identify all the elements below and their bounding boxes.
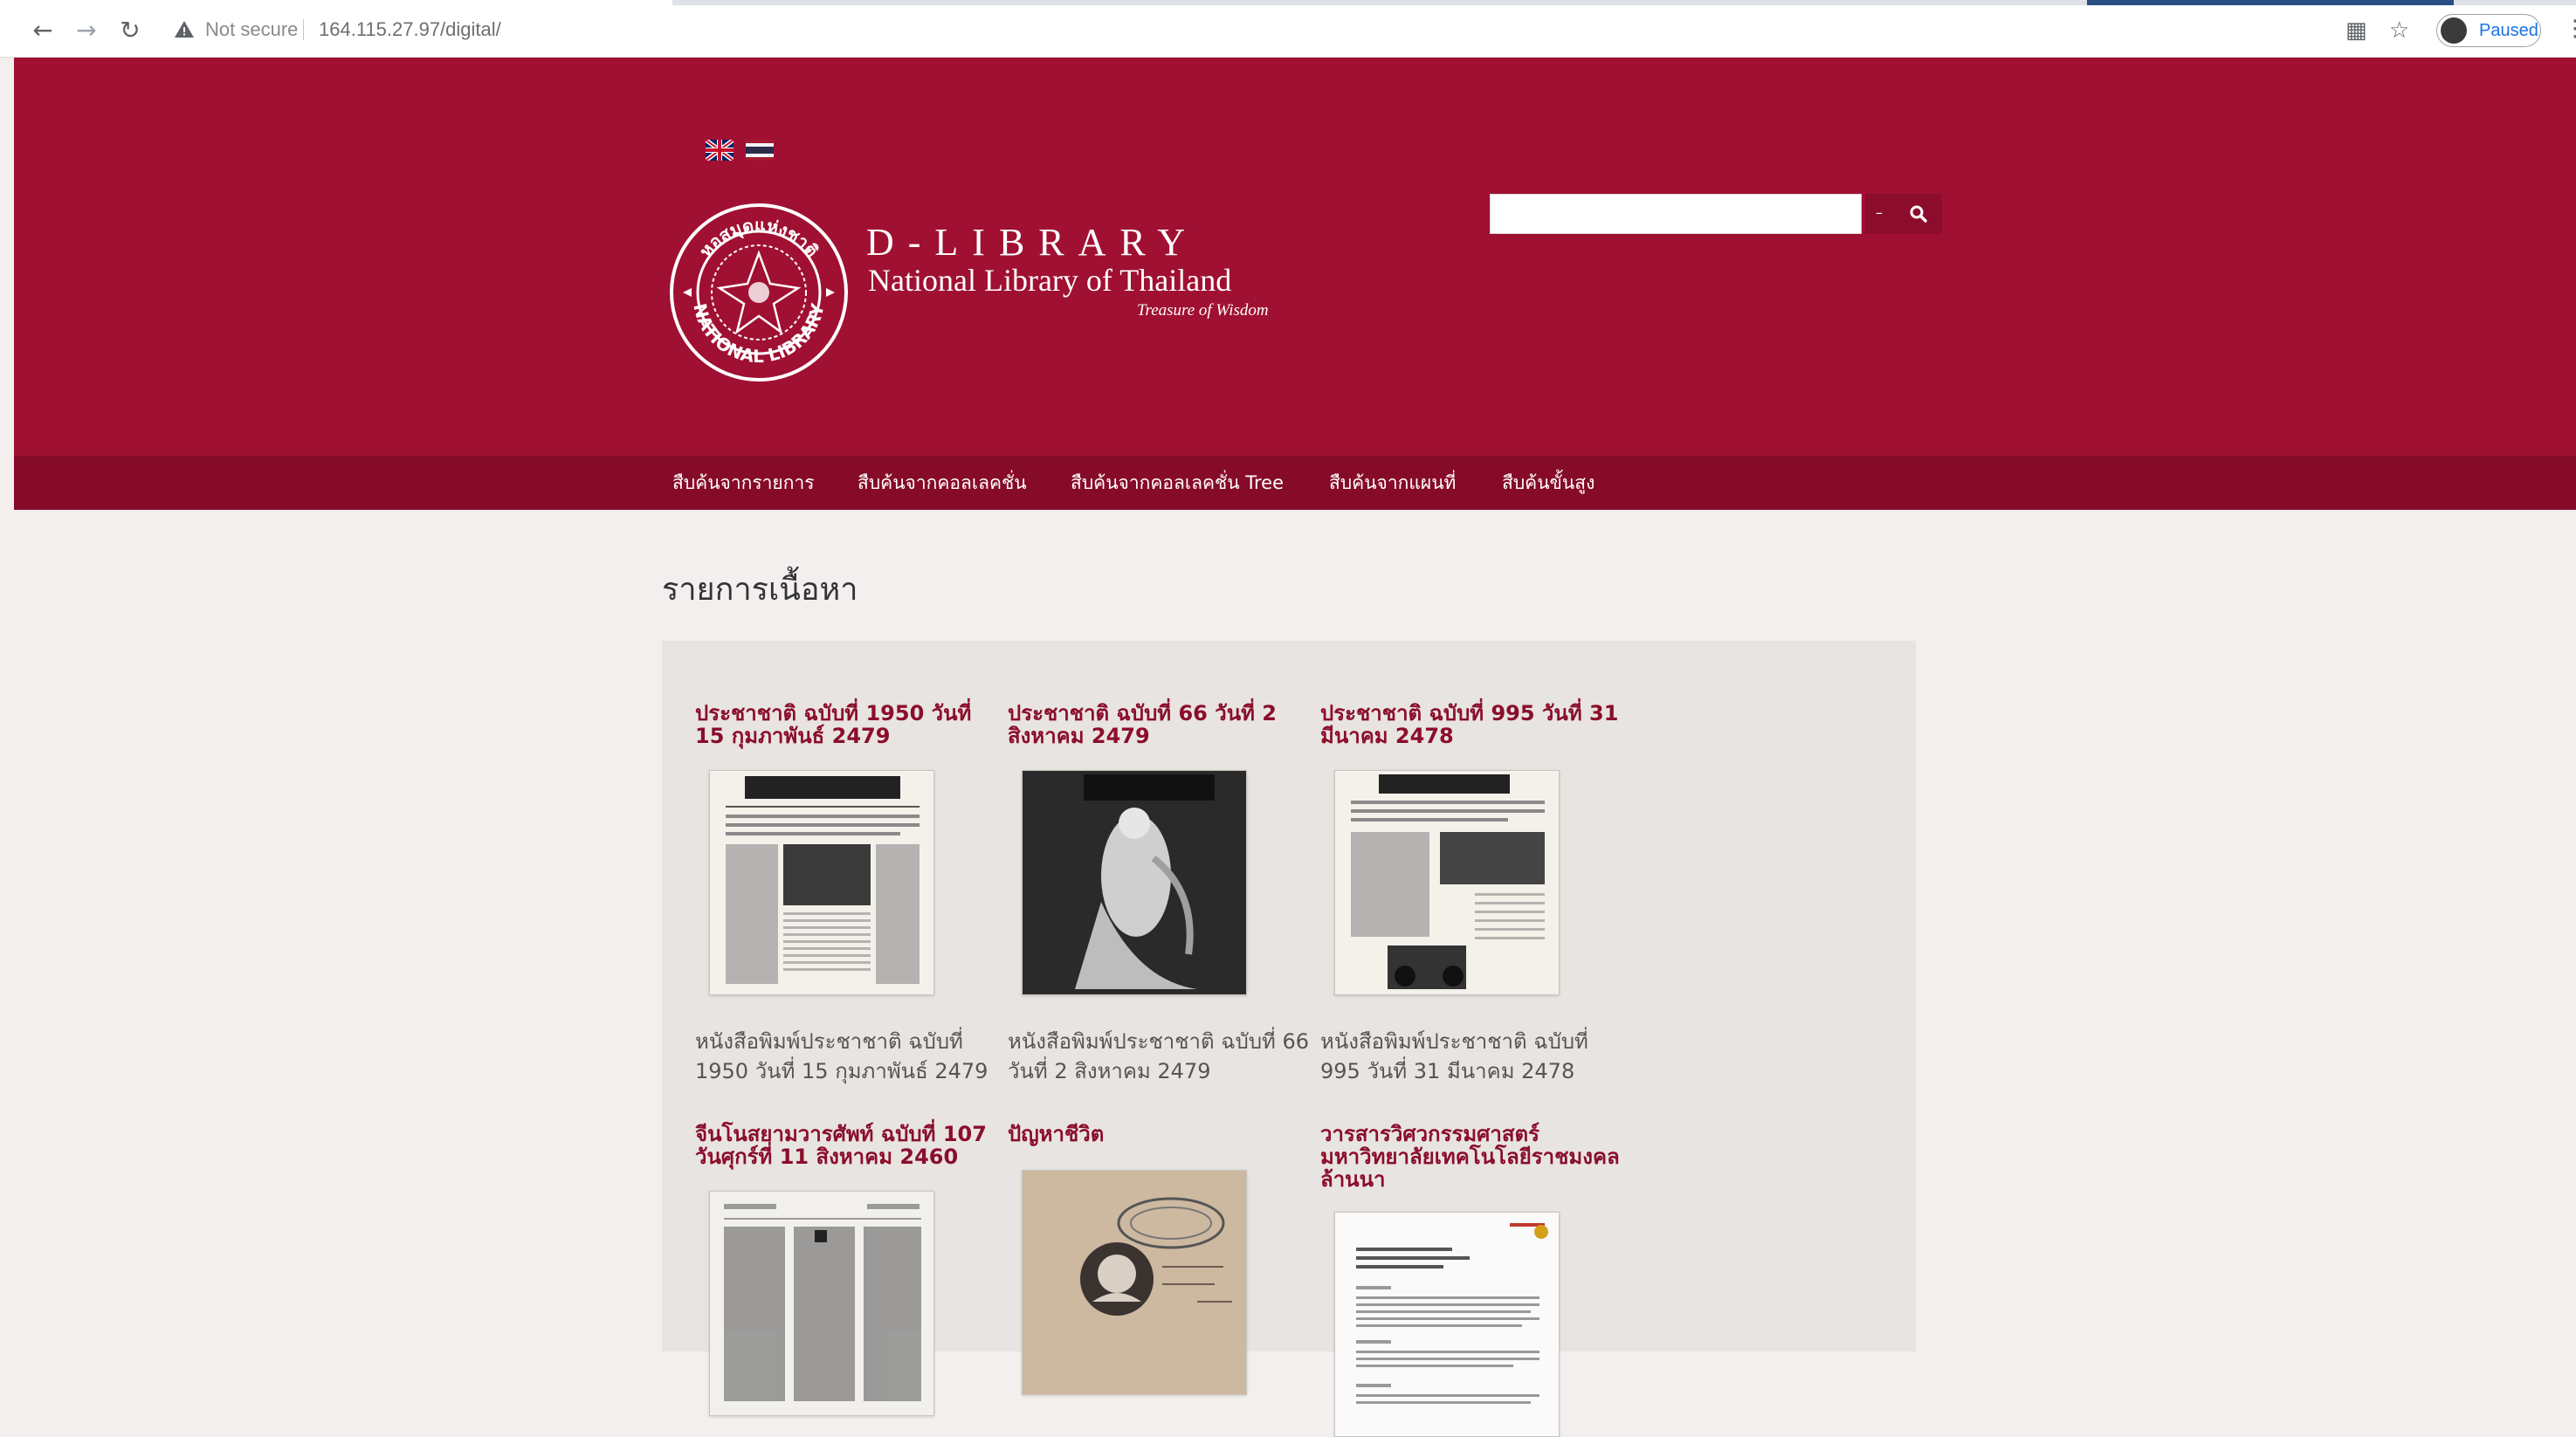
item-description: หนังสือพิมพ์ประชาชาติ ฉบับที่ 995 วันที่… bbox=[1320, 1029, 1588, 1083]
item-title[interactable]: วารสารวิศวกรรมศาสตร์ มหาวิทยาลัยเทคโนโลย… bbox=[1320, 1123, 1626, 1191]
thai-flag-icon[interactable] bbox=[746, 140, 774, 161]
brand-tagline: Treasure of Wisdom bbox=[1137, 301, 1269, 320]
menu-dots-icon[interactable]: ⋮ bbox=[2564, 16, 2576, 42]
item-thumbnail[interactable] bbox=[1022, 770, 1247, 995]
warning-icon bbox=[175, 21, 194, 38]
newspaper-thumbnail-image bbox=[710, 1192, 933, 1415]
item-thumbnail[interactable] bbox=[1334, 1212, 1560, 1437]
item-title[interactable]: ปัญหาชีวิต bbox=[1008, 1123, 1313, 1145]
url-text[interactable]: 164.115.27.97/digital/ bbox=[319, 17, 501, 42]
search-scope-dropdown[interactable]: – bbox=[1876, 204, 1883, 222]
nav-item-search-collection-tree[interactable]: สืบค้นจากคอลเลคชั่น Tree bbox=[1071, 471, 1284, 494]
profile-label: Paused bbox=[2479, 21, 2538, 40]
seal-bottom-text: NATIONAL LIBRARY bbox=[689, 301, 828, 367]
translate-icon[interactable]: ▦ bbox=[2345, 17, 2367, 44]
nav-item-search-list[interactable]: สืบค้นจากรายการ bbox=[672, 471, 815, 494]
national-library-seal-icon: หอสมุดแห่งชาติ NATIONAL LIBRARY bbox=[670, 203, 848, 382]
star-icon[interactable]: ☆ bbox=[2389, 17, 2409, 44]
item-thumbnail[interactable] bbox=[709, 770, 934, 995]
main-nav: สืบค้นจากรายการ สืบค้นจากคอลเลคชั่น สืบค… bbox=[14, 456, 2576, 510]
item-thumbnail[interactable] bbox=[1022, 1170, 1247, 1395]
inactive-tab[interactable] bbox=[2087, 0, 2454, 5]
item-title[interactable]: จีนโนสยามวารศัพท์ ฉบับที่ 107 วันศุกร์ที… bbox=[695, 1123, 1001, 1168]
avatar bbox=[2441, 17, 2467, 44]
browser-toolbar: ← → ↻ Not secure 164.115.27.97/digital/ … bbox=[0, 0, 2576, 58]
newspaper-thumbnail-image bbox=[710, 771, 933, 994]
profile-button[interactable]: Paused bbox=[2436, 14, 2541, 47]
newspaper-thumbnail-image bbox=[1335, 771, 1559, 994]
search-icon bbox=[1910, 205, 1927, 223]
reload-icon[interactable]: ↻ bbox=[117, 17, 143, 44]
search-button[interactable]: – bbox=[1865, 194, 1942, 234]
nav-item-search-collection[interactable]: สืบค้นจากคอลเลคชั่น bbox=[858, 471, 1027, 494]
nav-item-advanced-search[interactable]: สืบค้นขั้นสูง bbox=[1502, 471, 1595, 494]
item-thumbnail[interactable] bbox=[1334, 770, 1560, 995]
page-title: รายการเนื้อหา bbox=[662, 572, 858, 608]
item-title[interactable]: ประชาชาติ ฉบับที่ 66 วันที่ 2 สิงหาคม 24… bbox=[1008, 702, 1313, 747]
item-title[interactable]: ประชาชาติ ฉบับที่ 1950 วันที่ 15 กุมภาพั… bbox=[695, 702, 1001, 747]
address-divider bbox=[303, 19, 304, 40]
site-header bbox=[14, 58, 2576, 456]
item-title[interactable]: ประชาชาติ ฉบับที่ 995 วันที่ 31 มีนาคม 2… bbox=[1320, 702, 1626, 747]
brand-title: D-LIBRARY bbox=[866, 221, 1200, 264]
journal-page-thumbnail-image bbox=[1335, 1213, 1559, 1436]
security-label: Not secure bbox=[205, 18, 299, 40]
magazine-cover-thumbnail-image bbox=[1023, 771, 1246, 994]
active-tab[interactable] bbox=[0, 0, 672, 5]
item-description: หนังสือพิมพ์ประชาชาติ ฉบับที่ 66 วันที่ … bbox=[1008, 1029, 1310, 1083]
item-thumbnail[interactable] bbox=[709, 1191, 934, 1416]
address-bar[interactable]: Not secure 164.115.27.97/digital/ bbox=[170, 12, 2336, 47]
brand-subtitle: National Library of Thailand bbox=[868, 263, 1232, 298]
uk-flag-icon[interactable] bbox=[706, 140, 734, 161]
nav-item-search-map[interactable]: สืบค้นจากแผนที่ bbox=[1329, 471, 1456, 494]
forward-arrow-icon[interactable]: → bbox=[73, 17, 100, 44]
item-description: หนังสือพิมพ์ประชาชาติ ฉบับที่ 1950 วันที… bbox=[695, 1029, 988, 1083]
search-input[interactable] bbox=[1490, 194, 1862, 234]
back-arrow-icon[interactable]: ← bbox=[30, 17, 56, 44]
book-cover-thumbnail-image bbox=[1023, 1171, 1246, 1394]
tab-strip bbox=[0, 0, 2576, 5]
